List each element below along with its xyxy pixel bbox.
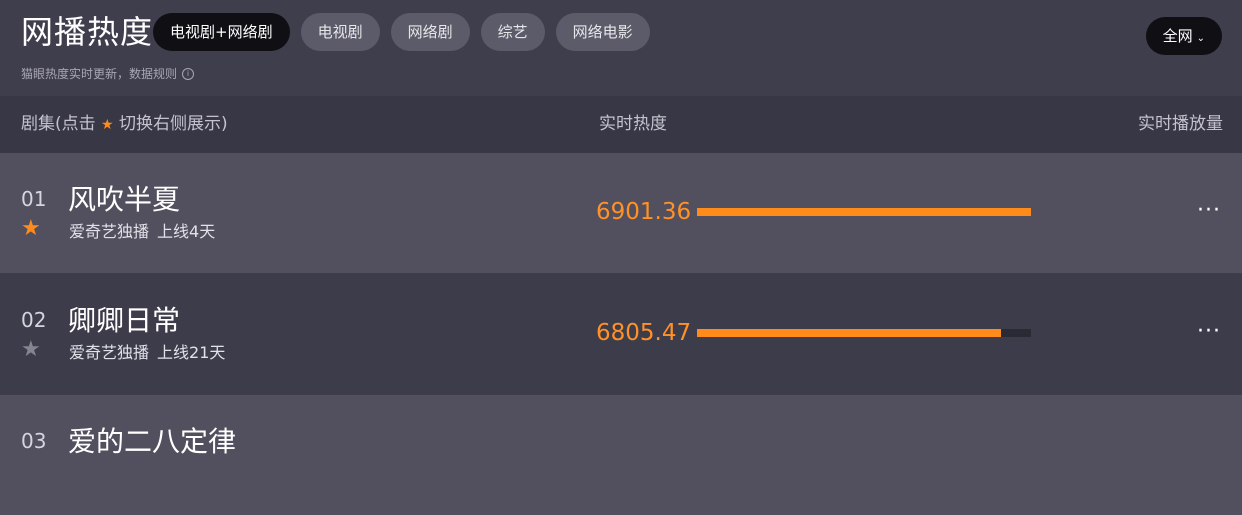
column-plays[interactable]: 实时播放量 xyxy=(1138,96,1223,153)
show-meta: 爱奇艺独播 上线4天 xyxy=(69,221,215,243)
tab-tv-and-web[interactable]: 电视剧+网络剧 xyxy=(153,13,290,51)
page-title: 网播热度 xyxy=(21,13,154,51)
star-icon[interactable]: ★ xyxy=(21,338,41,362)
column-heat: 实时热度 xyxy=(599,114,667,134)
list-item[interactable]: 03 爱的二八定律 xyxy=(0,395,1242,515)
category-tabs: 电视剧+网络剧 电视剧 网络剧 综艺 网络电影 xyxy=(153,13,650,51)
scope-dropdown[interactable]: 全网 ⌄ xyxy=(1145,17,1222,55)
more-icon[interactable]: ··· xyxy=(1197,321,1221,343)
header: 网播热度 电视剧+网络剧 电视剧 网络剧 综艺 网络电影 猫眼热度实时更新，数据… xyxy=(0,0,1242,96)
show-name: 爱的二八定律 xyxy=(68,425,237,458)
column-series: 剧集(点击 ★ 切换右侧展示) xyxy=(21,96,228,154)
list-item[interactable]: 02 ★ 卿卿日常 爱奇艺独播 上线21天 6805.47 ··· xyxy=(0,274,1242,394)
heat-bar xyxy=(697,208,1031,216)
star-icon: ★ xyxy=(101,117,114,133)
platform: 爱奇艺独播 xyxy=(69,222,150,241)
show-meta: 爱奇艺独播 上线21天 xyxy=(69,342,225,364)
tab-web-series[interactable]: 网络剧 xyxy=(390,13,470,51)
more-icon[interactable]: ··· xyxy=(1197,200,1221,222)
star-icon[interactable]: ★ xyxy=(21,217,41,241)
tab-variety[interactable]: 综艺 xyxy=(480,13,545,51)
subtitle: 猫眼热度实时更新，数据规则 i xyxy=(21,66,195,82)
rank: 02 xyxy=(21,308,47,332)
heat-value: 6805.47 xyxy=(596,320,692,346)
heat-value: 6901.36 xyxy=(596,199,692,225)
heat-bar xyxy=(697,329,1031,337)
platform: 爱奇艺独播 xyxy=(69,343,150,362)
tab-tv[interactable]: 电视剧 xyxy=(300,13,380,51)
info-icon[interactable]: i xyxy=(182,68,195,80)
column-header: 剧集(点击 ★ 切换右侧展示) 实时热度 实时播放量 xyxy=(0,96,1242,153)
subtitle-text: 猫眼热度实时更新，数据规则 xyxy=(21,67,178,81)
column-series-prefix: 剧集(点击 xyxy=(21,114,96,134)
tab-web-movie[interactable]: 网络电影 xyxy=(555,13,650,51)
list-item[interactable]: 01 ★ 风吹半夏 爱奇艺独播 上线4天 6901.36 ··· xyxy=(0,153,1242,273)
rank: 03 xyxy=(21,429,47,453)
online-days: 上线4天 xyxy=(157,222,216,241)
column-series-suffix: 切换右侧展示) xyxy=(119,114,228,134)
rank: 01 xyxy=(21,187,47,211)
show-name: 卿卿日常 xyxy=(68,304,181,337)
show-name: 风吹半夏 xyxy=(68,183,181,216)
heat-bar-fill xyxy=(697,208,1031,216)
heat-bar-fill xyxy=(697,329,1001,337)
scope-label: 全网 xyxy=(1162,27,1193,45)
online-days: 上线21天 xyxy=(157,343,226,362)
chevron-down-icon: ⌄ xyxy=(1196,33,1205,44)
